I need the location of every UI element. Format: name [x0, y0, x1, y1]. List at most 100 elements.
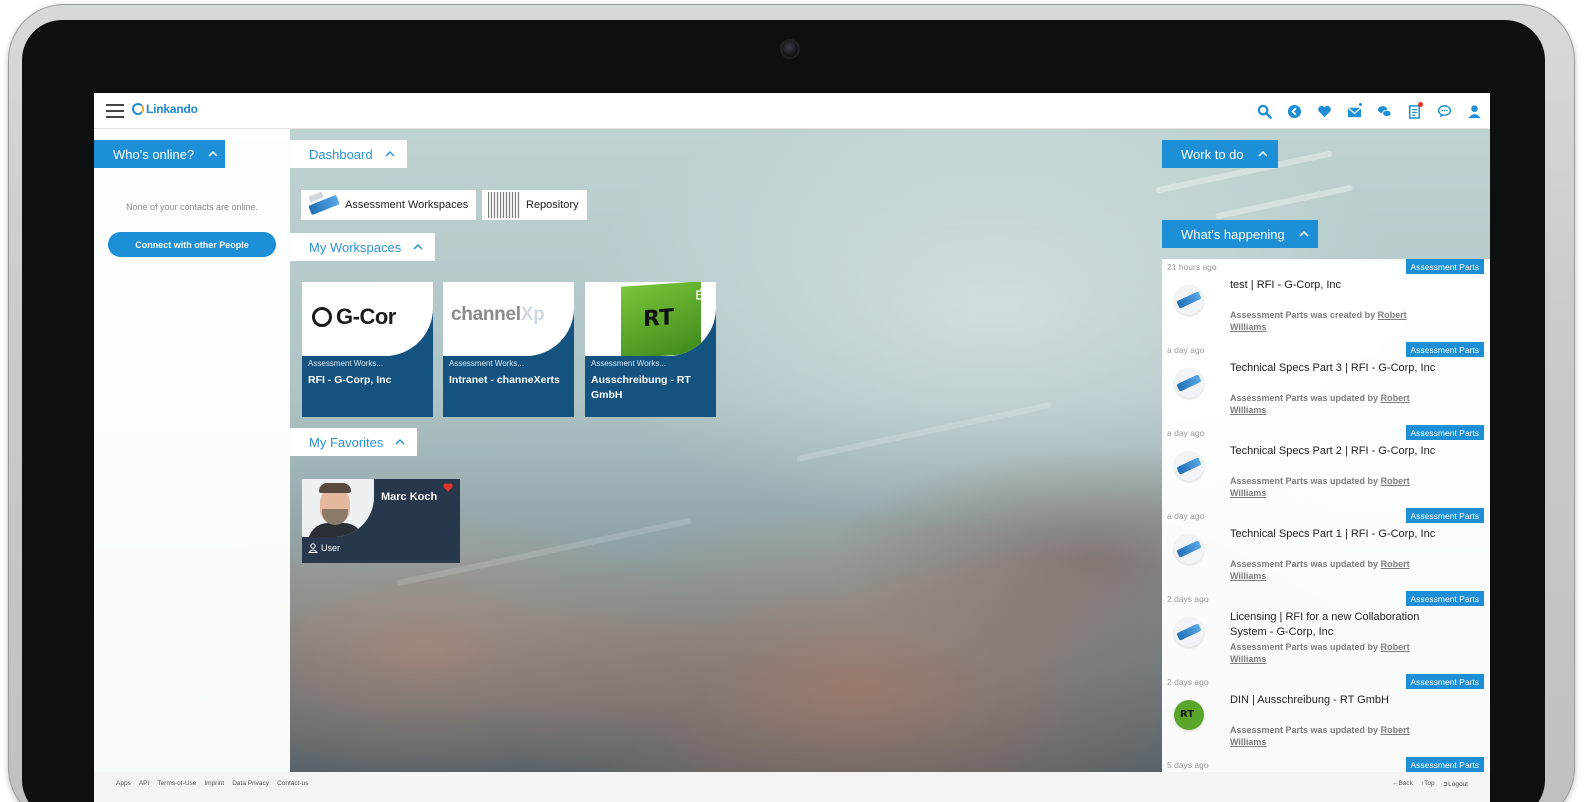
app-screen: Linkando Who's online? None of your cont…: [94, 93, 1490, 802]
feed-title[interactable]: Technical Specs Part 1 | RFI - G-Corp, I…: [1230, 527, 1450, 542]
menu-icon[interactable]: [106, 104, 124, 118]
workspace-kind: Assessment Works...: [449, 359, 524, 368]
feed-time: a day ago: [1167, 511, 1205, 521]
dashboard-title: Dashboard: [309, 146, 373, 162]
feed-badge[interactable]: Assessment Parts: [1405, 757, 1484, 772]
footer-link-apps[interactable]: Apps: [116, 780, 131, 787]
shortcut-label: Repository: [526, 199, 579, 211]
connect-people-button[interactable]: Connect with other People: [108, 232, 276, 257]
feed-time: 2 days ago: [1167, 594, 1209, 604]
feed-title[interactable]: Licensing | RFI for a new Collaboration …: [1230, 610, 1450, 640]
who-online-header[interactable]: Who's online?: [94, 140, 225, 168]
feed-item[interactable]: 2 days ago Assessment Parts Licensing | …: [1162, 591, 1490, 673]
feed-item[interactable]: 2 days ago Assessment Parts RT DIN | Aus…: [1162, 674, 1490, 756]
chat-bubbles-icon[interactable]: [1374, 101, 1394, 121]
workspace-card[interactable]: channelXp Assessment Works... Intranet -…: [443, 282, 574, 417]
search-icon[interactable]: [1254, 101, 1274, 121]
feed-badge[interactable]: Assessment Parts: [1405, 591, 1484, 606]
feed-badge[interactable]: Assessment Parts: [1405, 508, 1484, 523]
footer: Apps API Terms-of-Use Imprint Data Priva…: [94, 772, 1490, 802]
logo-text: Linkando: [146, 102, 198, 116]
shortcut-repository[interactable]: Repository: [482, 190, 587, 220]
assessment-pen-icon: [1174, 451, 1204, 481]
feed-badge[interactable]: Assessment Parts: [1405, 674, 1484, 689]
footer-top[interactable]: ↑Top: [1421, 780, 1435, 788]
top-bar: Linkando: [94, 93, 1490, 129]
right-panel: Work to do What's happening 21 hours ago…: [1162, 129, 1490, 802]
assessment-pen-icon: [1174, 285, 1204, 315]
chevron-up-icon[interactable]: [413, 242, 423, 252]
feed-time: a day ago: [1167, 345, 1205, 355]
who-online-panel: Who's online? None of your contacts are …: [94, 129, 290, 802]
feed-item[interactable]: 21 hours ago Assessment Parts test | RFI…: [1162, 259, 1490, 341]
chevron-up-icon[interactable]: [1299, 229, 1309, 239]
comment-icon[interactable]: [1434, 101, 1454, 121]
feed-title[interactable]: test | RFI - G-Corp, Inc: [1230, 278, 1450, 293]
feed-title[interactable]: DIN | Ausschreibung - RT GmbH: [1230, 693, 1450, 708]
mail-icon[interactable]: [1344, 101, 1364, 121]
feed-description: Assessment Parts was updated by Robert W…: [1230, 725, 1410, 747]
feed-badge[interactable]: Assessment Parts: [1405, 425, 1484, 440]
feed-time: 5 days ago: [1167, 760, 1209, 770]
workspace-title: Intranet - channeXerts: [449, 374, 560, 386]
user-icon[interactable]: [1464, 101, 1484, 121]
footer-link-api[interactable]: API: [139, 780, 149, 787]
footer-back[interactable]: ←Back: [1392, 780, 1413, 788]
activity-feed: 21 hours ago Assessment Parts test | RFI…: [1162, 259, 1490, 802]
chevron-up-icon[interactable]: [395, 437, 405, 447]
shortcut-assessment-workspaces[interactable]: Assessment Workspaces: [301, 190, 477, 220]
footer-link-imprint[interactable]: Imprint: [204, 780, 224, 787]
workspace-kind: Assessment Works...: [308, 359, 383, 368]
assessment-pen-icon: [307, 192, 339, 218]
briefcase-icon: [696, 288, 710, 300]
chevron-up-icon[interactable]: [385, 149, 395, 159]
footer-link-privacy[interactable]: Data Privacy: [232, 780, 269, 787]
workspace-kind: Assessment Works...: [591, 359, 666, 368]
heart-icon[interactable]: [442, 482, 454, 493]
user-outline-icon: [308, 543, 318, 553]
feed-description: Assessment Parts was updated by Robert W…: [1230, 642, 1410, 664]
feed-badge[interactable]: Assessment Parts: [1405, 259, 1484, 274]
feed-item[interactable]: a day ago Assessment Parts Technical Spe…: [1162, 425, 1490, 507]
my-favorites-header[interactable]: My Favorites: [290, 428, 417, 456]
work-to-do-header[interactable]: Work to do: [1162, 140, 1278, 168]
favorite-role: User: [308, 543, 340, 553]
mail-badge-dot: [1358, 102, 1363, 107]
footer-link-terms[interactable]: Terms-of-Use: [157, 780, 196, 787]
linkando-logo[interactable]: Linkando: [132, 102, 198, 116]
workspace-card[interactable]: G-Cor Assessment Works... RFI - G-Corp, …: [302, 282, 433, 417]
gcorp-mark-icon: [312, 307, 332, 327]
tasks-icon[interactable]: [1404, 101, 1424, 121]
whats-happening-title: What's happening: [1181, 226, 1285, 242]
feed-description: Assessment Parts was created by Robert W…: [1230, 310, 1407, 332]
footer-link-contact[interactable]: Contact-us: [277, 780, 308, 787]
chevron-up-icon[interactable]: [208, 149, 218, 159]
feed-description: Assessment Parts was updated by Robert W…: [1230, 559, 1410, 581]
favorite-name: Marc Koch: [381, 491, 438, 503]
shortcut-label: Assessment Workspaces: [345, 199, 469, 211]
assessment-pen-icon: [1174, 534, 1204, 564]
feed-title[interactable]: Technical Specs Part 3 | RFI - G-Corp, I…: [1230, 361, 1450, 376]
back-circle-icon[interactable]: [1284, 101, 1304, 121]
feed-badge[interactable]: Assessment Parts: [1405, 342, 1484, 357]
footer-logout[interactable]: ➲Logout: [1443, 780, 1468, 788]
workspace-card[interactable]: RT Assessment Works... Ausschreibung - R…: [585, 282, 716, 417]
my-workspaces-header[interactable]: My Workspaces: [290, 233, 435, 261]
logo-mark-icon: [132, 103, 144, 115]
whats-happening-header[interactable]: What's happening: [1162, 220, 1318, 248]
feed-time: 2 days ago: [1167, 677, 1209, 687]
feed-description: Assessment Parts was updated by Robert W…: [1230, 393, 1410, 415]
chevron-up-icon[interactable]: [1258, 149, 1268, 159]
feed-description: Assessment Parts was updated by Robert W…: [1230, 476, 1410, 498]
who-online-title: Who's online?: [113, 146, 195, 162]
heart-icon[interactable]: [1314, 101, 1334, 121]
feed-time: a day ago: [1167, 428, 1205, 438]
feed-item[interactable]: a day ago Assessment Parts Technical Spe…: [1162, 508, 1490, 590]
dashboard-header[interactable]: Dashboard: [290, 140, 407, 168]
briefcase-icon: [413, 288, 427, 300]
favorite-card[interactable]: Marc Koch User: [302, 479, 460, 563]
feed-item[interactable]: a day ago Assessment Parts Technical Spe…: [1162, 342, 1490, 424]
feed-title[interactable]: Technical Specs Part 2 | RFI - G-Corp, I…: [1230, 444, 1450, 459]
my-workspaces-title: My Workspaces: [309, 239, 402, 255]
tasks-badge-dot: [1418, 102, 1423, 107]
